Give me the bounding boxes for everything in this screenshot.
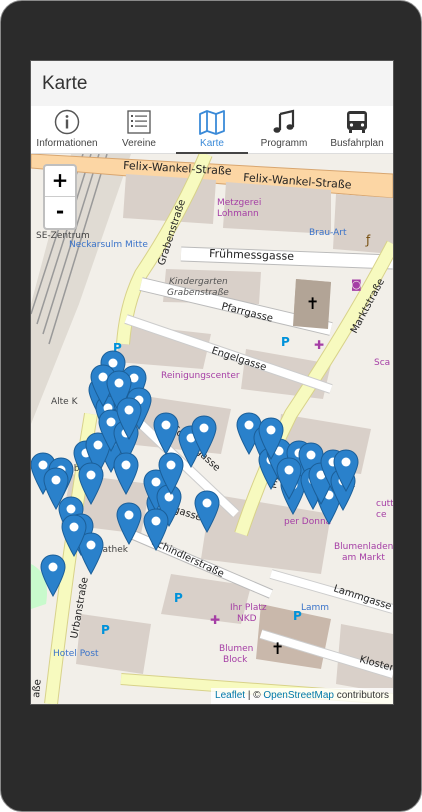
map-view[interactable]: ✝ ✝ Felix-Wankel-Straße Felix-Wankel-Str… <box>31 154 393 704</box>
music-note-icon <box>273 109 295 133</box>
tab-label: Vereine <box>122 138 156 149</box>
tab-bar: Informationen Vereine Karte Programm Bus… <box>31 106 393 154</box>
osm-link[interactable]: OpenStreetMap <box>263 690 334 701</box>
map-marker-icon[interactable] <box>194 490 220 534</box>
attribution-suffix: contributors <box>333 690 389 701</box>
device-frame: Karte Informationen Vereine Karte Progra… <box>0 0 422 812</box>
zoom-control: + - <box>43 164 77 230</box>
tab-label: Busfahrplan <box>330 138 384 149</box>
app-screen: Karte Informationen Vereine Karte Progra… <box>30 60 394 705</box>
tab-informationen[interactable]: Informationen <box>31 106 103 153</box>
attribution-separator: | © <box>245 690 264 701</box>
map-marker-icon[interactable] <box>153 412 179 456</box>
list-icon <box>127 110 151 134</box>
app-bar: Karte <box>31 61 393 106</box>
map-marker-icon[interactable] <box>78 462 104 506</box>
zoom-out-button[interactable]: - <box>45 197 75 227</box>
map-marker-icon[interactable] <box>113 452 139 496</box>
map-marker-icon[interactable] <box>40 554 66 598</box>
map-attribution: Leaflet | © OpenStreetMap contributors <box>211 688 393 704</box>
leaflet-link[interactable]: Leaflet <box>215 690 245 701</box>
tab-busfahrplan[interactable]: Busfahrplan <box>321 106 393 153</box>
map-marker-icon[interactable] <box>116 502 142 546</box>
marker-layer <box>31 350 359 598</box>
tab-label: Karte <box>200 138 224 149</box>
page-title: Karte <box>42 73 88 94</box>
tab-vereine[interactable]: Vereine <box>103 106 175 153</box>
map-marker-icon[interactable] <box>143 508 169 552</box>
tab-label: Programm <box>260 138 308 149</box>
tab-karte[interactable]: Karte <box>176 106 248 154</box>
map-icon <box>199 110 225 135</box>
zoom-in-button[interactable]: + <box>45 166 75 197</box>
tab-programm[interactable]: Programm <box>248 106 320 153</box>
tab-label: Informationen <box>36 138 98 149</box>
info-circle-icon <box>54 109 80 135</box>
bus-icon <box>347 111 367 133</box>
